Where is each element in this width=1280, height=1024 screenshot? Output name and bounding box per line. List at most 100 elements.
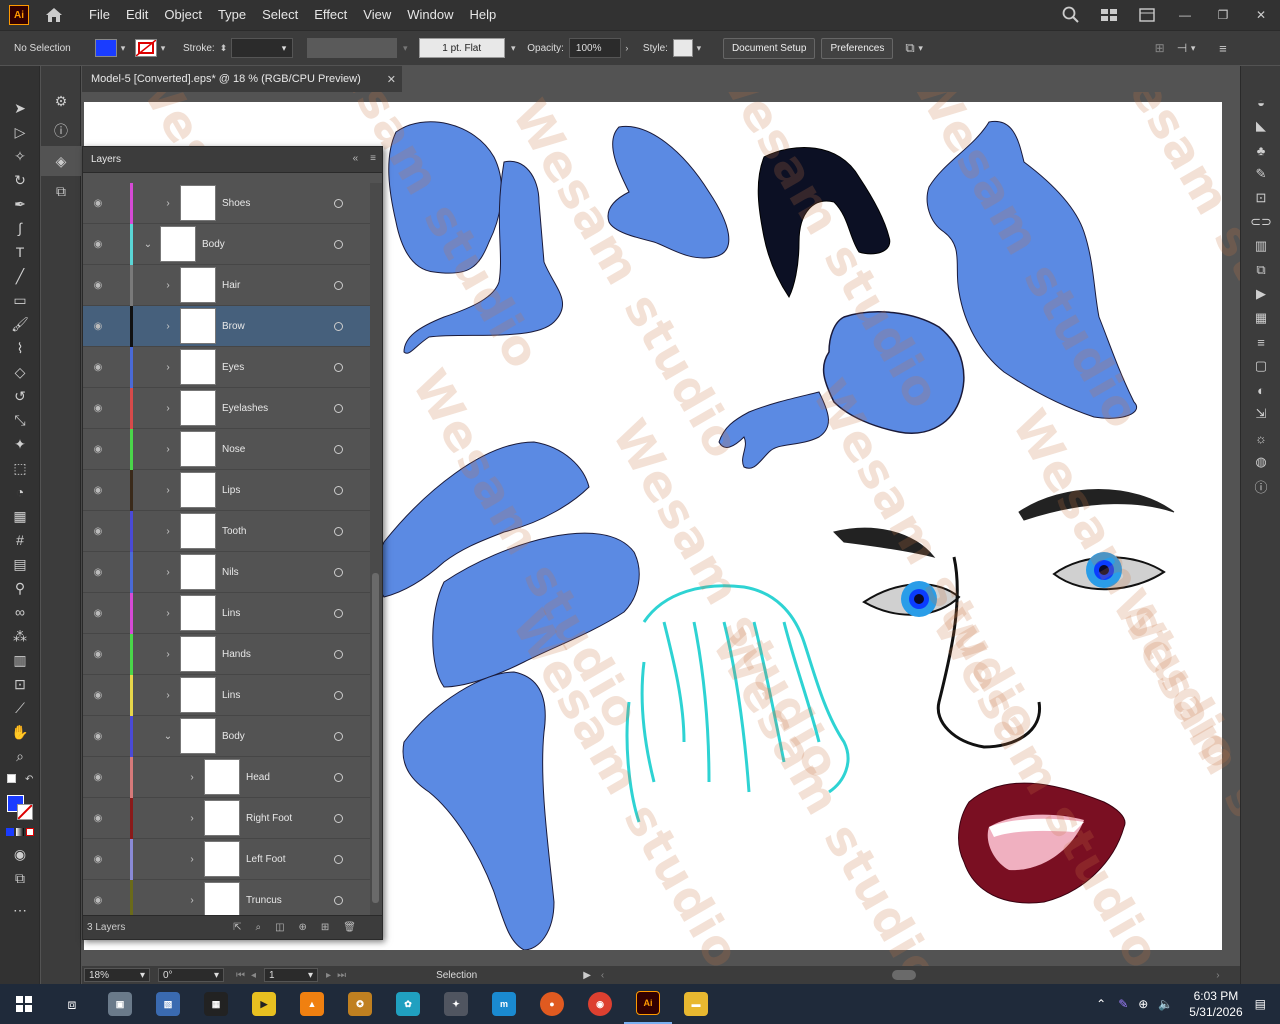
layer-row[interactable]: ◉ › Nils bbox=[83, 552, 370, 593]
target-circle-icon[interactable] bbox=[334, 690, 343, 700]
layer-name[interactable]: Lips bbox=[222, 485, 240, 496]
taskbar-app-illustrator[interactable]: Ai bbox=[624, 984, 672, 1024]
taskbar-app-11[interactable]: ◉ bbox=[576, 984, 624, 1024]
panel-menu-icon[interactable]: ≡ bbox=[370, 153, 376, 164]
show-hidden-icons-icon[interactable]: ⌃ bbox=[1096, 997, 1106, 1011]
opacity-arrow-icon[interactable]: › bbox=[621, 43, 633, 53]
taskbar-app-5[interactable]: ▲ bbox=[288, 984, 336, 1024]
menu-type[interactable]: Type bbox=[210, 0, 254, 30]
clipping-mask-icon[interactable]: ◫ bbox=[275, 922, 284, 933]
chevron-right-icon[interactable]: › bbox=[187, 813, 197, 824]
layer-name[interactable]: Body bbox=[222, 731, 245, 742]
layers-panel-title[interactable]: Layers bbox=[91, 154, 121, 165]
layer-name[interactable]: Truncus bbox=[246, 895, 282, 906]
layer-row[interactable]: ◉ › Right Foot bbox=[83, 798, 370, 839]
eraser-tool-icon[interactable]: ◇ bbox=[0, 360, 40, 384]
menu-window[interactable]: Window bbox=[399, 0, 461, 30]
direct-selection-tool-icon[interactable]: ▷ bbox=[0, 120, 40, 144]
chevron-right-icon[interactable]: › bbox=[163, 403, 173, 414]
mesh-tool-icon[interactable]: # bbox=[0, 528, 40, 552]
target-circle-icon[interactable] bbox=[334, 567, 343, 577]
selection-tool-icon[interactable]: ➤ bbox=[0, 96, 40, 120]
taskbar-app-8[interactable]: ✦ bbox=[432, 984, 480, 1024]
restore-button[interactable]: ❐ bbox=[1204, 0, 1242, 30]
target-circle-icon[interactable] bbox=[334, 198, 343, 208]
symbols-icon[interactable]: ♣ bbox=[1241, 138, 1280, 162]
target-circle-icon[interactable] bbox=[334, 731, 343, 741]
none-mode-icon[interactable] bbox=[26, 828, 34, 836]
scale-tool-icon[interactable]: ⤡ bbox=[0, 408, 40, 432]
fill-dropdown-icon[interactable]: ▾ bbox=[117, 43, 129, 54]
shaper-tool-icon[interactable]: ⌇ bbox=[0, 336, 40, 360]
brush-definition-field[interactable]: 1 pt. Flat bbox=[419, 38, 506, 58]
target-circle-icon[interactable] bbox=[334, 321, 343, 331]
target-circle-icon[interactable] bbox=[334, 813, 343, 823]
stroke-weight-field[interactable]: ▾ bbox=[231, 38, 294, 58]
zoom-field[interactable]: 18% ▾ bbox=[84, 968, 150, 982]
target-circle-icon[interactable] bbox=[334, 403, 343, 413]
transparency-icon[interactable]: ◐ bbox=[1241, 378, 1280, 402]
taskbar-app-explorer[interactable]: ▬ bbox=[672, 984, 720, 1024]
links-icon[interactable]: ⊂⊃ bbox=[1241, 210, 1280, 234]
taskbar-app-10[interactable]: ● bbox=[528, 984, 576, 1024]
visibility-eye-icon[interactable]: ◉ bbox=[91, 485, 105, 496]
fill-stroke-widget[interactable]: ↶ bbox=[5, 774, 35, 820]
swatches-icon[interactable]: ◣ bbox=[1241, 114, 1280, 138]
first-artboard-icon[interactable]: ⏮ bbox=[236, 970, 245, 981]
layer-row[interactable]: ◉ › Lins bbox=[83, 675, 370, 716]
stroke-swatch[interactable] bbox=[135, 39, 157, 57]
menu-edit[interactable]: Edit bbox=[118, 0, 156, 30]
paintbrush-tool-icon[interactable]: 🖌 bbox=[0, 312, 40, 336]
target-circle-icon[interactable] bbox=[334, 239, 343, 249]
chevron-right-icon[interactable]: › bbox=[163, 321, 173, 332]
stroke-panel-icon[interactable]: ≡ bbox=[1241, 330, 1280, 354]
rectangle-tool-icon[interactable]: ▭ bbox=[0, 288, 40, 312]
chevron-right-icon[interactable]: › bbox=[187, 895, 197, 906]
fill-swatch[interactable] bbox=[95, 39, 117, 57]
layer-row[interactable]: ◉ › Brow bbox=[83, 306, 370, 347]
menu-file[interactable]: File bbox=[81, 0, 118, 30]
volume-icon[interactable]: 🔈 bbox=[1158, 997, 1173, 1011]
layer-name[interactable]: Eyes bbox=[222, 362, 244, 373]
align-panel-icon[interactable]: ▥ bbox=[1241, 234, 1280, 258]
slice-tool-icon[interactable]: ⟋ bbox=[0, 696, 40, 720]
chevron-right-icon[interactable]: › bbox=[163, 526, 173, 537]
layer-row[interactable]: ◉ › Nose bbox=[83, 429, 370, 470]
locate-object-icon[interactable]: ⌕ bbox=[255, 922, 261, 933]
target-circle-icon[interactable] bbox=[334, 649, 343, 659]
appearance-icon[interactable]: ☼ bbox=[1241, 426, 1280, 450]
color-guide-icon[interactable]: ◒ bbox=[1241, 90, 1280, 114]
menu-object[interactable]: Object bbox=[156, 0, 210, 30]
graphic-styles-icon[interactable]: ◍ bbox=[1241, 450, 1280, 474]
swap-colors-icon[interactable]: ↶ bbox=[25, 774, 33, 785]
status-menu-arrow-icon[interactable]: ▶ bbox=[583, 970, 591, 981]
layer-name[interactable]: Left Foot bbox=[246, 854, 285, 865]
transform-icon[interactable]: ⊣ bbox=[1177, 41, 1187, 55]
transform-panel-icon[interactable]: ▦ bbox=[1241, 306, 1280, 330]
target-circle-icon[interactable] bbox=[334, 854, 343, 864]
artboards-panel-icon[interactable]: ⧉ bbox=[41, 176, 81, 206]
profile-dropdown-icon[interactable]: ▾ bbox=[399, 43, 411, 54]
curvature-tool-icon[interactable]: ∫ bbox=[0, 216, 40, 240]
magic-wand-tool-icon[interactable]: ✧ bbox=[0, 144, 40, 168]
chevron-right-icon[interactable]: › bbox=[187, 772, 197, 783]
notifications-icon[interactable]: ▤ bbox=[1255, 997, 1266, 1011]
next-artboard-icon[interactable]: ▸ bbox=[326, 970, 331, 981]
default-colors-icon[interactable] bbox=[7, 774, 16, 783]
gradient-tool-icon[interactable]: ▤ bbox=[0, 552, 40, 576]
chevron-right-icon[interactable]: › bbox=[187, 854, 197, 865]
menu-view[interactable]: View bbox=[355, 0, 399, 30]
zoom-tool-icon[interactable]: ⌕ bbox=[0, 744, 40, 768]
close-document-icon[interactable]: ✕ bbox=[387, 73, 396, 86]
visibility-eye-icon[interactable]: ◉ bbox=[91, 362, 105, 373]
info-panel-icon[interactable]: ⓘ bbox=[41, 116, 81, 146]
layer-name[interactable]: Hands bbox=[222, 649, 251, 660]
edit-toolbar-icon[interactable]: ⋯ bbox=[0, 898, 40, 922]
scroll-left-icon[interactable]: ‹ bbox=[601, 970, 604, 981]
layer-row[interactable]: ◉ › Shoes bbox=[83, 183, 370, 224]
visibility-eye-icon[interactable]: ◉ bbox=[91, 321, 105, 332]
stroke-dropdown-icon[interactable]: ▾ bbox=[157, 43, 169, 54]
target-circle-icon[interactable] bbox=[334, 608, 343, 618]
chevron-right-icon[interactable]: › bbox=[163, 567, 173, 578]
layer-name[interactable]: Head bbox=[246, 772, 270, 783]
